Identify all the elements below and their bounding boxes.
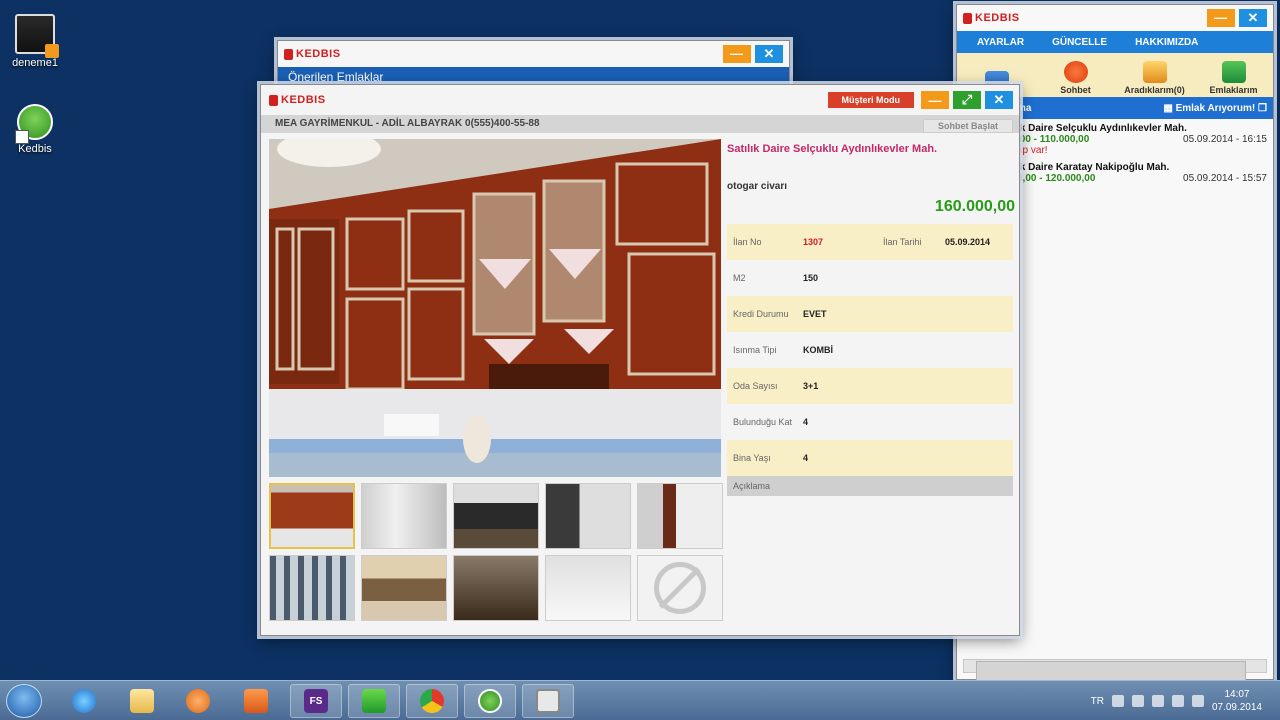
close-button[interactable]: ✕ [1239,9,1267,28]
window-titlebar[interactable]: KEDBIS Müşteri Modu — ⤢ ✕ [261,85,1019,115]
photo-thumbnail[interactable] [361,555,447,621]
aciklama-header: Açıklama [727,476,1013,496]
close-button[interactable]: ✕ [985,91,1013,109]
tray-network-icon[interactable] [1171,695,1184,707]
no-photo-icon [654,562,706,614]
toolbar-sohbet-button[interactable]: Sohbet [1041,61,1111,95]
taskbar: FS TR 14:07 07.09.2014 [0,680,1280,720]
close-button[interactable]: ✕ [755,45,783,64]
desktop-icon-label: deneme1 [12,57,58,69]
clock-time: 14:07 [1224,689,1250,700]
attribute-row: İlan No 1307 İlan Tarihi 05.09.2014 [727,224,1013,260]
horizontal-scrollbar[interactable] [963,659,1267,720]
listing-details: Satılık Daire Selçuklu Aydınlıkevler Mah… [727,139,1015,496]
desktop-icon-kedbis[interactable]: Kedbis [0,104,70,155]
menu-item-hakkimizda[interactable]: HAKKIMIZDA [1135,37,1198,48]
restore-icon[interactable]: ❐ [1258,103,1267,114]
toolbar-emlaklarim-button[interactable]: Emlaklarım [1199,61,1269,95]
tray-flag-icon[interactable] [1151,695,1164,707]
attribute-row: Bina Yaşı 4 [727,440,1013,476]
attribute-row: M2 150 [733,273,819,283]
window-titlebar[interactable]: KEDBIS — ✕ [957,5,1273,31]
agent-contact: MEA GAYRİMENKUL - ADİL ALBAYRAK 0(555)40… [275,118,540,129]
attribute-row: Oda Sayısı 3+1 [727,368,1013,404]
taskbar-app-orange[interactable] [230,684,282,718]
building-icon: ▦ [1163,102,1176,114]
minimize-button[interactable]: — [921,91,949,109]
folder-icon [130,689,154,713]
photo-thumbnail[interactable] [453,555,539,621]
system-tray: TR 14:07 07.09.2014 [1091,681,1280,720]
emlak-ariyorum-button[interactable]: ▦ Emlak Arıyorum! ❐ [1163,103,1267,114]
app-logo: KEDBIS [284,48,341,60]
taskbar-chrome[interactable] [406,684,458,718]
photo-thumbnail[interactable] [637,483,723,549]
taskbar-internet-explorer[interactable] [58,684,110,718]
taskbar-window[interactable] [522,684,574,718]
suggested-listings-window: KEDBIS — ✕ Önerilen Emlaklar [277,40,790,90]
media-player-icon [186,689,210,713]
taskbar-explorer[interactable] [116,684,168,718]
chrome-icon [420,689,444,713]
kedbis-house-icon [15,104,53,144]
attribute-row: Kredi Durumu EVET [727,296,1013,332]
apartments-icon [1221,61,1246,83]
sohbet-baslat-button[interactable]: Sohbet Başlat [922,119,1013,133]
clock[interactable]: 14:07 07.09.2014 [1212,688,1262,714]
toolbar-aradiklarim-button[interactable]: Aradıklarım(0) [1120,61,1190,95]
listing-detail-window: KEDBIS Müşteri Modu — ⤢ ✕ MEA GAYRİMENKU… [260,84,1020,636]
chat-icon [1063,61,1088,83]
tray-volume-icon[interactable] [1191,695,1204,707]
fs-app-icon: FS [304,689,328,713]
agent-info-bar: MEA GAYRİMENKUL - ADİL ALBAYRAK 0(555)40… [261,115,1019,133]
app-logo: KEDBIS [963,12,1020,24]
desktop-icon-label: Kedbis [18,143,52,155]
photo-thumbnail[interactable] [269,555,355,621]
taskbar-kedbis[interactable] [464,684,516,718]
kedbis-house-icon [478,689,502,713]
app-icon [244,689,268,713]
attribute-row: Isınma Tipi KOMBİ [733,345,833,355]
taskbar-media-player[interactable] [172,684,224,718]
house-search-icon [1142,61,1167,83]
photo-thumbnail[interactable] [545,555,631,621]
minimize-button[interactable]: — [1206,8,1235,27]
window-icon [536,689,560,713]
photo-thumbnail[interactable] [545,483,631,549]
attribute-row: Bulunduğu Kat 4 [733,417,809,427]
green-app-icon [362,689,386,713]
photo-thumbnail-empty[interactable] [637,555,723,621]
menu-bar: AYARLAR GÜNCELLE HAKKIMIZDA [957,31,1273,53]
taskbar-fs[interactable]: FS [290,684,342,718]
photo-thumbnail[interactable] [453,483,539,549]
musteri-modu-button[interactable]: Müşteri Modu [827,92,914,108]
photo-thumbnail[interactable] [361,483,447,549]
listing-price: 160.000,00 [934,198,1015,215]
photo-thumbnails [269,483,725,621]
listing-description: otogar civarı [727,181,788,192]
language-indicator[interactable]: TR [1091,696,1104,707]
app-logo: KEDBIS [269,94,326,106]
main-photo[interactable] [269,139,721,477]
internet-explorer-icon [72,689,96,713]
tray-chevron-icon[interactable] [1111,695,1124,707]
listing-attributes: İlan No 1307 İlan Tarihi 05.09.2014 M2 1… [727,224,1013,496]
start-button[interactable] [6,684,42,718]
window-titlebar[interactable]: KEDBIS — ✕ [278,41,789,67]
tray-app-icon[interactable] [1131,695,1144,707]
video-file-icon [15,14,59,58]
photo-thumbnail[interactable] [269,483,355,549]
menu-item-ayarlar[interactable]: AYARLAR [977,37,1024,48]
desktop-icon-deneme1[interactable]: deneme1 [0,14,70,69]
clock-date: 07.09.2014 [1211,702,1262,713]
menu-item-guncelle[interactable]: GÜNCELLE [1052,37,1107,48]
minimize-button[interactable]: — [722,44,751,63]
kitchen-photo [269,139,721,477]
maximize-button[interactable]: ⤢ [953,91,981,109]
taskbar-green-app[interactable] [348,684,400,718]
listing-title: Satılık Daire Selçuklu Aydınlıkevler Mah… [727,143,938,155]
